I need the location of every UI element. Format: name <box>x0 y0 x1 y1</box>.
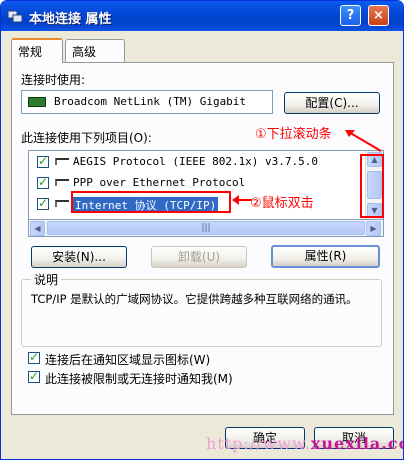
list-item[interactable]: AEGIS Protocol (IEEE 802.1x) v3.7.5.0 <box>29 152 359 172</box>
tab-advanced[interactable]: 高级 <box>65 39 125 62</box>
items-label: 此连接使用下列项目(O): <box>21 131 152 145</box>
item-label: AEGIS Protocol (IEEE 802.1x) v3.7.5.0 <box>73 155 319 168</box>
close-button[interactable]: × <box>368 5 389 26</box>
protocol-icon <box>55 179 69 186</box>
item-checkbox[interactable] <box>37 196 49 210</box>
network-connection-icon <box>7 10 23 23</box>
protocol-icon <box>55 200 69 207</box>
title-bar[interactable]: 本地连接 属性 ? × <box>1 1 403 31</box>
window-title: 本地连接 属性 <box>29 12 112 27</box>
uninstall-button[interactable]: 卸载(U) <box>151 246 247 268</box>
list-item[interactable]: PPP over Ethernet Protocol <box>29 173 359 193</box>
item-checkbox[interactable] <box>37 154 49 168</box>
show-icon-checkbox[interactable] <box>28 350 40 364</box>
notify-label[interactable]: 此连接被限制或无连接时通知我(M) <box>45 370 233 387</box>
properties-window: 本地连接 属性 ? × 常规 高级 连接时使用: Broadcom NetLin… <box>0 0 404 460</box>
scroll-left-arrow-icon[interactable]: ◀ <box>30 221 45 236</box>
scrollbar-highlight-box <box>360 154 384 218</box>
description-text: TCP/IP 是默认的广域网协议。它提供跨越多种互联网络的通讯。 <box>31 292 358 306</box>
properties-button[interactable]: 属性(R) <box>271 245 380 268</box>
horizontal-scrollbar[interactable]: ◀ ||| ▶ <box>28 220 384 237</box>
notify-checkbox[interactable] <box>28 369 40 383</box>
scroll-right-arrow-icon[interactable]: ▶ <box>366 221 381 236</box>
description-group <box>21 279 382 347</box>
tab-general[interactable]: 常规 <box>11 38 63 63</box>
adapter-name: Broadcom NetLink (TM) Gigabit <box>54 95 247 108</box>
description-title: 说明 <box>31 271 62 288</box>
configure-button[interactable]: 配置(C)... <box>284 92 380 114</box>
tcpip-highlight-box <box>71 191 231 213</box>
help-button[interactable]: ? <box>340 5 361 26</box>
horizontal-scroll-thumb[interactable]: ||| <box>47 221 365 235</box>
adapter-field: Broadcom NetLink (TM) Gigabit <box>21 90 273 114</box>
scroll-annotation: ①下拉滚动条 <box>255 127 332 142</box>
item-checkbox[interactable] <box>37 175 49 189</box>
show-icon-label[interactable]: 连接后在通知区域显示图标(W) <box>45 351 210 368</box>
double-click-annotation: ②鼠标双击 <box>250 196 314 211</box>
item-label: PPP over Ethernet Protocol <box>73 176 246 189</box>
protocol-icon <box>55 158 69 165</box>
scroll-arrow-icon <box>345 130 382 152</box>
network-card-icon <box>28 97 46 107</box>
watermark: http://www.xuexila.com <box>206 434 403 453</box>
connect-using-label: 连接时使用: <box>21 73 86 87</box>
install-button[interactable]: 安装(N)... <box>31 246 127 268</box>
